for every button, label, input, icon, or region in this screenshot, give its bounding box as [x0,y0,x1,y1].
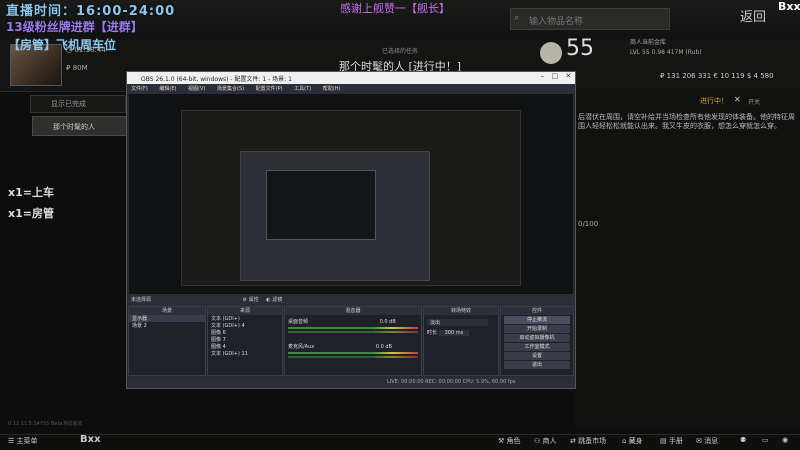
obs-preview[interactable] [129,94,573,294]
gear-icon[interactable]: ⚙ [243,297,247,303]
source-item[interactable]: 文本 (GDI+) [208,315,282,322]
main-menu-button[interactable]: ☰ 主菜单 [8,436,38,446]
scene-item[interactable]: 场景 2 [129,322,205,329]
duration-input[interactable]: 300 ms [438,330,470,336]
stop-streaming-button[interactable]: 停止推流 [504,316,570,324]
menu-edit[interactable]: 编辑(E) [159,86,176,92]
sources-dock: 来源 文本 (GDI+) 文本 (GDI+) 4 图像 6 图像 7 图像 4 … [207,306,283,376]
traders-button[interactable]: ⚇ 商人 [534,436,557,446]
task-progress: 0/100 [578,220,599,228]
obs-title: OBS 26.1.0 (64-bit, windows) - 配置文件: 1 -… [127,72,575,84]
x1-admin-overlay: x1=房管 [8,207,54,220]
fan-notice-overlay: 13级粉丝牌进群【进群】 [6,20,143,34]
streamer-name-overlay: Bxx [80,434,101,445]
expand-toggle[interactable]: 开关 [748,97,760,106]
stream-time-overlay: 直播时间：16:00-24:00 [6,4,176,19]
trader-level: 55 [566,36,594,61]
trader-stats: 商人当前金库 LVL 55 0.98 417M (Rub) [630,39,702,56]
task-status: 进行中！ [700,97,728,105]
obs-status-bar: LIVE: 00:00:00 REC: 00:00:00 CPU: 5.9%, … [127,377,575,388]
trader-level-icon [540,42,562,64]
search-placeholder: 输入物品名称 [529,17,584,27]
transition-select[interactable]: 淡出 [427,319,488,326]
menu-scene-collection[interactable]: 场景集合(S) [217,86,244,92]
thanks-banner: 感谢上舰赞一【舰长】 [340,2,450,15]
obs-window-controls: – □ ✕ [537,72,575,84]
duration-row: 时长 300 ms [424,329,498,336]
mic-audio-meter [288,352,418,354]
flea-market-button[interactable]: ⇄ 跳蚤市场 [570,436,606,446]
scenes-header: 场景 [129,307,205,315]
clock-icon: ◷ [66,46,73,54]
collapse-icon[interactable]: ✕ [734,95,741,104]
studio-mode-button[interactable]: 工作室模式 [504,343,570,351]
obs-menu-bar: 文件(F) 编辑(E) 视图(V) 场景集合(S) 配置文件(P) 工具(T) … [127,84,575,94]
source-item[interactable]: 图像 7 [208,336,282,343]
menu-view[interactable]: 视图(V) [188,86,205,92]
menu-tools[interactable]: 工具(T) [294,86,311,92]
task-subtitle: 已选择的任务 [381,48,418,55]
start-recording-button[interactable]: 开始录制 [504,325,570,333]
maximize-icon[interactable]: □ [551,72,558,84]
properties-button[interactable]: 属性 [249,297,259,303]
virtual-camera-button[interactable]: 启动虚拟摄像机 [504,334,570,342]
desktop-audio-meter [288,327,418,329]
source-item[interactable]: 图像 4 [208,343,282,350]
source-item[interactable]: 文本 (GDI+) 11 [208,350,282,357]
preview-nested-1 [181,110,521,286]
corner-name: Bxx [778,0,800,13]
trader-money: ₽ 131 206 331 € 10 119 $ 4 580 [660,72,774,80]
character-button[interactable]: ⚒ 角色 [498,436,521,446]
filters-button[interactable]: 滤镜 [272,297,282,303]
close-icon[interactable]: ✕ [565,72,571,84]
notification-icon[interactable]: ◉ [782,436,788,444]
mixer-header: 混音器 [285,307,421,315]
menu-help[interactable]: 帮助(H) [323,86,341,92]
source-item[interactable]: 文本 (GDI+) 4 [208,322,282,329]
no-source-label: 未选择源 [131,297,152,303]
menu-profile[interactable]: 配置文件(P) [256,86,283,92]
search-icon: ⌕ [514,13,520,23]
controls-dock: 控件 停止推流 开始录制 启动虚拟摄像机 工作室模式 设置 退出 [500,306,574,376]
transitions-header: 转场特效 [424,307,498,315]
preview-nested-3 [266,170,376,240]
desktop-audio-meter-2 [288,331,418,333]
mixer-channel-desktop: 桌面音频 0.0 dB [288,319,396,325]
wallet-label: ₽ 80M [66,64,88,72]
controls-header: 控件 [501,307,573,315]
scenes-dock: 场景 显示器 场景 2 [128,306,206,376]
scene-item[interactable]: 显示器 [129,315,205,322]
version-text: 0.12.11.5.14755 Beta测试版本 [8,421,83,427]
menu-file[interactable]: 文件(F) [131,86,148,92]
timer-label: ◷ 01:38:44 [66,46,106,54]
mixer-dock: 混音器 桌面音频 0.0 dB 麦克风/Aux 0.0 dB [284,306,422,376]
mic-audio-meter-2 [288,356,418,358]
people-icon[interactable]: ⚉ [740,436,746,444]
minimize-icon[interactable]: – [541,72,545,84]
hideout-button[interactable]: ⌂ 藏身 [622,436,643,446]
source-toolbar: 未选择源 ⚙ 属性 ◐ 滤镜 [127,294,575,306]
manual-button[interactable]: ▤ 手册 [660,436,683,446]
settings-button[interactable]: 设置 [504,352,570,360]
mixer-channel-mic: 麦克风/Aux 0.0 dB [288,344,392,350]
x1-car-overlay: x1=上车 [8,186,54,199]
obs-window[interactable]: OBS 26.1.0 (64-bit, windows) - 配置文件: 1 -… [126,71,576,389]
transitions-dock: 转场特效 淡出 时长 300 ms [423,306,499,376]
messages-button[interactable]: ✉ 消息 [696,436,718,446]
back-button[interactable]: 返回 [740,6,766,25]
search-input[interactable]: 输入物品名称 [510,8,670,30]
show-completed-toggle[interactable]: 显示已完成 [30,95,126,113]
task-detail-panel [575,88,800,428]
chat-icon[interactable]: ▭ [762,436,769,444]
sources-header: 来源 [208,307,282,315]
task-description: 后潜伏在周围，请空补给并当场检查所有他发现的体装备。他的特征周围人轻轻松松就能认… [578,113,795,130]
exit-button[interactable]: 退出 [504,361,570,369]
preview-nested-2 [240,151,430,281]
filter-icon[interactable]: ◐ [266,297,270,303]
task-list-item[interactable]: 那个时髦的人 [32,116,128,136]
source-item[interactable]: 图像 6 [208,329,282,336]
